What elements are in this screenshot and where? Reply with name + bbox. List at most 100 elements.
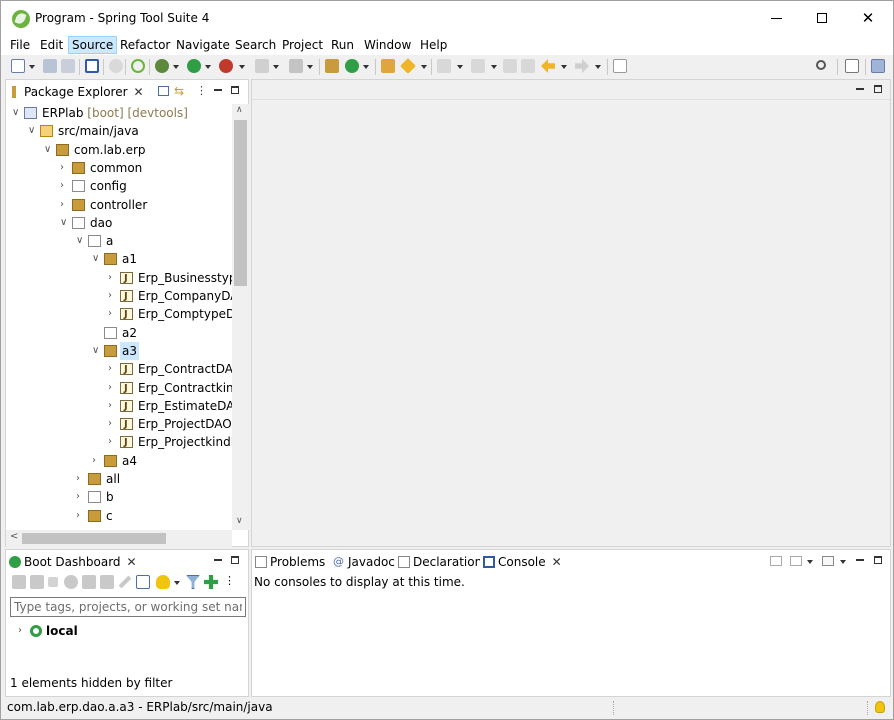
chevron-down-icon[interactable]: ∨ bbox=[28, 122, 38, 140]
new-dropdown-icon[interactable] bbox=[29, 65, 35, 69]
chevron-right-icon[interactable]: › bbox=[60, 177, 70, 195]
previous-annotation-icon[interactable] bbox=[471, 59, 485, 73]
maximize-editor-icon[interactable] bbox=[874, 85, 882, 93]
scroll-left-icon[interactable]: < bbox=[10, 531, 18, 542]
chevron-right-icon[interactable]: › bbox=[108, 397, 118, 415]
chevron-right-icon[interactable]: › bbox=[60, 159, 70, 177]
editor-area[interactable] bbox=[251, 79, 891, 547]
menu-project[interactable]: Project bbox=[279, 36, 326, 54]
search-icon[interactable] bbox=[816, 60, 826, 70]
chevron-right-icon[interactable]: › bbox=[108, 287, 118, 305]
tree-item[interactable]: › Erp_ProjectkindD bbox=[6, 433, 232, 452]
pin-editor-icon[interactable] bbox=[613, 59, 627, 73]
scroll-down-icon[interactable]: ∨ bbox=[236, 516, 243, 526]
menu-file[interactable]: File bbox=[7, 36, 33, 54]
back-arrow-icon[interactable] bbox=[541, 59, 555, 73]
add-icon[interactable] bbox=[204, 575, 218, 589]
chevron-down-icon[interactable]: ∨ bbox=[60, 214, 70, 232]
menu-refactor[interactable]: Refactor bbox=[117, 36, 173, 54]
close-icon[interactable]: ✕ bbox=[134, 85, 144, 99]
search-task-icon[interactable] bbox=[400, 58, 416, 74]
tree-item[interactable]: › common bbox=[6, 159, 232, 177]
relaunch-dropdown-icon[interactable] bbox=[307, 65, 313, 69]
external-tools-dropdown-icon[interactable] bbox=[239, 65, 245, 69]
chevron-right-icon[interactable]: › bbox=[76, 488, 86, 506]
scroll-up-icon[interactable]: ∧ bbox=[236, 105, 243, 115]
debug-dropdown-icon[interactable] bbox=[173, 65, 179, 69]
tree-item[interactable]: ∨ src/main/java bbox=[6, 122, 232, 140]
maximize-button[interactable] bbox=[799, 1, 845, 35]
menu-navigate[interactable]: Navigate bbox=[173, 36, 233, 54]
new-icon[interactable] bbox=[11, 59, 25, 73]
tree-item[interactable]: › Erp_EstimateDAO bbox=[6, 397, 232, 416]
view-menu-icon[interactable]: ⋮ bbox=[224, 574, 235, 587]
chevron-right-icon[interactable]: › bbox=[108, 433, 118, 451]
console-boot-icon[interactable] bbox=[82, 575, 96, 589]
tree-item[interactable]: › Erp_CompanyDAC bbox=[6, 287, 232, 306]
chevron-down-icon[interactable]: ∨ bbox=[44, 141, 54, 159]
menu-source[interactable]: Source bbox=[68, 36, 118, 54]
run-dropdown-icon[interactable] bbox=[205, 65, 211, 69]
tree-item[interactable]: › Erp_BusinesstypeI bbox=[6, 269, 232, 288]
open-web-icon[interactable] bbox=[64, 575, 78, 589]
chevron-down-icon[interactable]: ∨ bbox=[92, 250, 102, 268]
lightbulb-dropdown-icon[interactable] bbox=[174, 581, 180, 585]
tree-item[interactable]: › all bbox=[6, 470, 232, 488]
minimize-editor-icon[interactable] bbox=[856, 88, 864, 90]
chevron-right-icon[interactable]: › bbox=[92, 452, 102, 470]
chevron-right-icon[interactable]: › bbox=[108, 269, 118, 287]
menu-search[interactable]: Search bbox=[232, 36, 279, 54]
minimize-view-icon[interactable] bbox=[214, 559, 222, 561]
java-perspective-icon[interactable] bbox=[871, 59, 885, 73]
chevron-right-icon[interactable]: › bbox=[108, 305, 118, 323]
new-class-dropdown-icon[interactable] bbox=[363, 65, 369, 69]
minimize-button[interactable] bbox=[753, 1, 799, 35]
forward-dropdown-icon[interactable] bbox=[595, 65, 601, 69]
next-annotation-icon[interactable] bbox=[437, 59, 451, 73]
filter-input[interactable] bbox=[10, 597, 246, 617]
horizontal-scrollbar[interactable]: < bbox=[6, 530, 232, 547]
debug-icon[interactable] bbox=[155, 59, 169, 73]
forward-arrow-icon[interactable] bbox=[575, 59, 589, 73]
tree-item[interactable]: › c bbox=[6, 507, 232, 525]
chevron-right-icon[interactable]: › bbox=[108, 379, 118, 397]
run-icon[interactable] bbox=[187, 59, 201, 73]
tab-package-explorer[interactable]: Package Explorer ✕ bbox=[6, 80, 144, 104]
menu-window[interactable]: Window bbox=[361, 36, 414, 54]
menu-run[interactable]: Run bbox=[328, 36, 357, 54]
tree-item[interactable]: › b bbox=[6, 488, 232, 506]
tab-boot-dashboard[interactable]: Boot Dashboard ✕ bbox=[6, 550, 137, 574]
lightbulb-icon[interactable] bbox=[875, 701, 885, 713]
forward-edit-icon[interactable] bbox=[521, 59, 535, 73]
tree-item[interactable]: › Erp_ContractDAC bbox=[6, 360, 232, 379]
chevron-right-icon[interactable]: › bbox=[60, 196, 70, 214]
start-icon[interactable] bbox=[12, 575, 26, 589]
tree-item[interactable]: ∨ a1 bbox=[6, 250, 232, 268]
search-dropdown-icon[interactable] bbox=[421, 65, 427, 69]
tab-console[interactable]: Console ✕ bbox=[480, 550, 562, 574]
tab-declaration[interactable]: Declaration bbox=[395, 550, 482, 574]
minimize-view-icon[interactable] bbox=[856, 559, 864, 561]
link-with-editor-icon[interactable]: ⇆ bbox=[174, 84, 184, 98]
close-icon[interactable]: ✕ bbox=[552, 555, 562, 569]
new-console-dropdown-icon[interactable] bbox=[840, 560, 846, 564]
save-all-icon[interactable] bbox=[61, 59, 75, 73]
menu-help[interactable]: Help bbox=[417, 36, 450, 54]
next-annotation-dropdown-icon[interactable] bbox=[457, 65, 463, 69]
minimize-view-icon[interactable] bbox=[214, 89, 222, 91]
stop-boot-icon[interactable] bbox=[48, 577, 58, 587]
menu-edit[interactable]: Edit bbox=[37, 36, 66, 54]
chevron-right-icon[interactable]: › bbox=[76, 470, 86, 488]
stop-icon[interactable] bbox=[255, 59, 269, 73]
tab-javadoc[interactable]: @ Javadoc bbox=[330, 550, 395, 574]
last-edit-icon[interactable] bbox=[503, 59, 517, 73]
vertical-scrollbar[interactable]: ∧ ∨ bbox=[232, 104, 249, 530]
maximize-view-icon[interactable] bbox=[231, 556, 239, 564]
view-menu-icon[interactable]: ⋮ bbox=[196, 84, 207, 97]
skip-breakpoints-icon[interactable] bbox=[109, 59, 123, 73]
open-perspective-icon[interactable] bbox=[845, 59, 859, 73]
open-type-icon[interactable] bbox=[381, 59, 395, 73]
save-icon[interactable] bbox=[43, 59, 57, 73]
tab-problems[interactable]: Problems bbox=[252, 550, 325, 574]
maximize-view-icon[interactable] bbox=[874, 556, 882, 564]
